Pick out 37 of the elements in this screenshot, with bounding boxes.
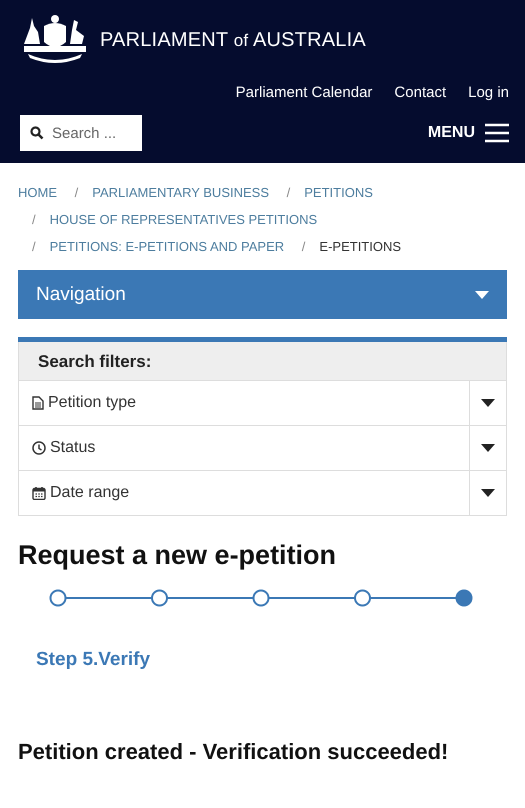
breadcrumb-separator: /: [302, 238, 306, 256]
step-label: Step 5.Verify: [36, 649, 152, 671]
filters-title: Search filters:: [38, 352, 152, 371]
filter-dropdown[interactable]: Petition type: [18, 381, 507, 426]
breadcrumb-link[interactable]: HOME: [18, 179, 57, 206]
breadcrumb-link[interactable]: E-PETITIONS: [319, 233, 402, 260]
caret-icon: [481, 444, 495, 452]
menu-icon: [485, 123, 509, 143]
filter-label: Date range: [50, 484, 130, 502]
document-icon: [32, 396, 44, 410]
breadcrumb-link[interactable]: PETITIONS: E-PETITIONS AND PAPER: [50, 233, 284, 260]
filter-label: Status: [50, 439, 96, 457]
result-heading: Petition created - Verification succeeded!: [18, 739, 450, 765]
calendar-icon: [32, 486, 46, 500]
caret-icon: [481, 399, 495, 407]
menu-button[interactable]: MENU: [428, 123, 509, 143]
navigation-dropdown[interactable]: Navigation: [18, 270, 507, 319]
header-link[interactable]: Contact: [394, 84, 446, 101]
breadcrumb-link[interactable]: PARLIAMENTARY BUSINESS: [92, 179, 270, 206]
filter-dropdown[interactable]: Status: [18, 426, 507, 471]
breadcrumb-separator: /: [74, 184, 78, 202]
caret-icon: [481, 489, 495, 497]
header-link[interactable]: Parliament Calendar: [236, 84, 372, 101]
breadcrumb-link[interactable]: HOUSE OF REPRESENTATIVES PETITIONS: [50, 206, 318, 233]
clock-icon: [32, 441, 46, 455]
breadcrumb-link[interactable]: PETITIONS: [304, 179, 373, 206]
search-icon: [30, 126, 44, 140]
breadcrumb-separator: /: [32, 211, 36, 229]
breadcrumb-separator: /: [32, 238, 36, 256]
caret-icon: [475, 290, 489, 298]
breadcrumb-separator: /: [286, 184, 290, 202]
page-heading: Request a new e-petition: [18, 540, 338, 571]
site-title[interactable]: PARLIAMENT of AUSTRALIA: [100, 28, 366, 52]
header-link[interactable]: Log in: [468, 84, 509, 101]
search-field[interactable]: Search ...: [20, 115, 142, 151]
filter-dropdown[interactable]: Date range: [18, 471, 507, 516]
filter-label: Petition type: [48, 394, 136, 412]
